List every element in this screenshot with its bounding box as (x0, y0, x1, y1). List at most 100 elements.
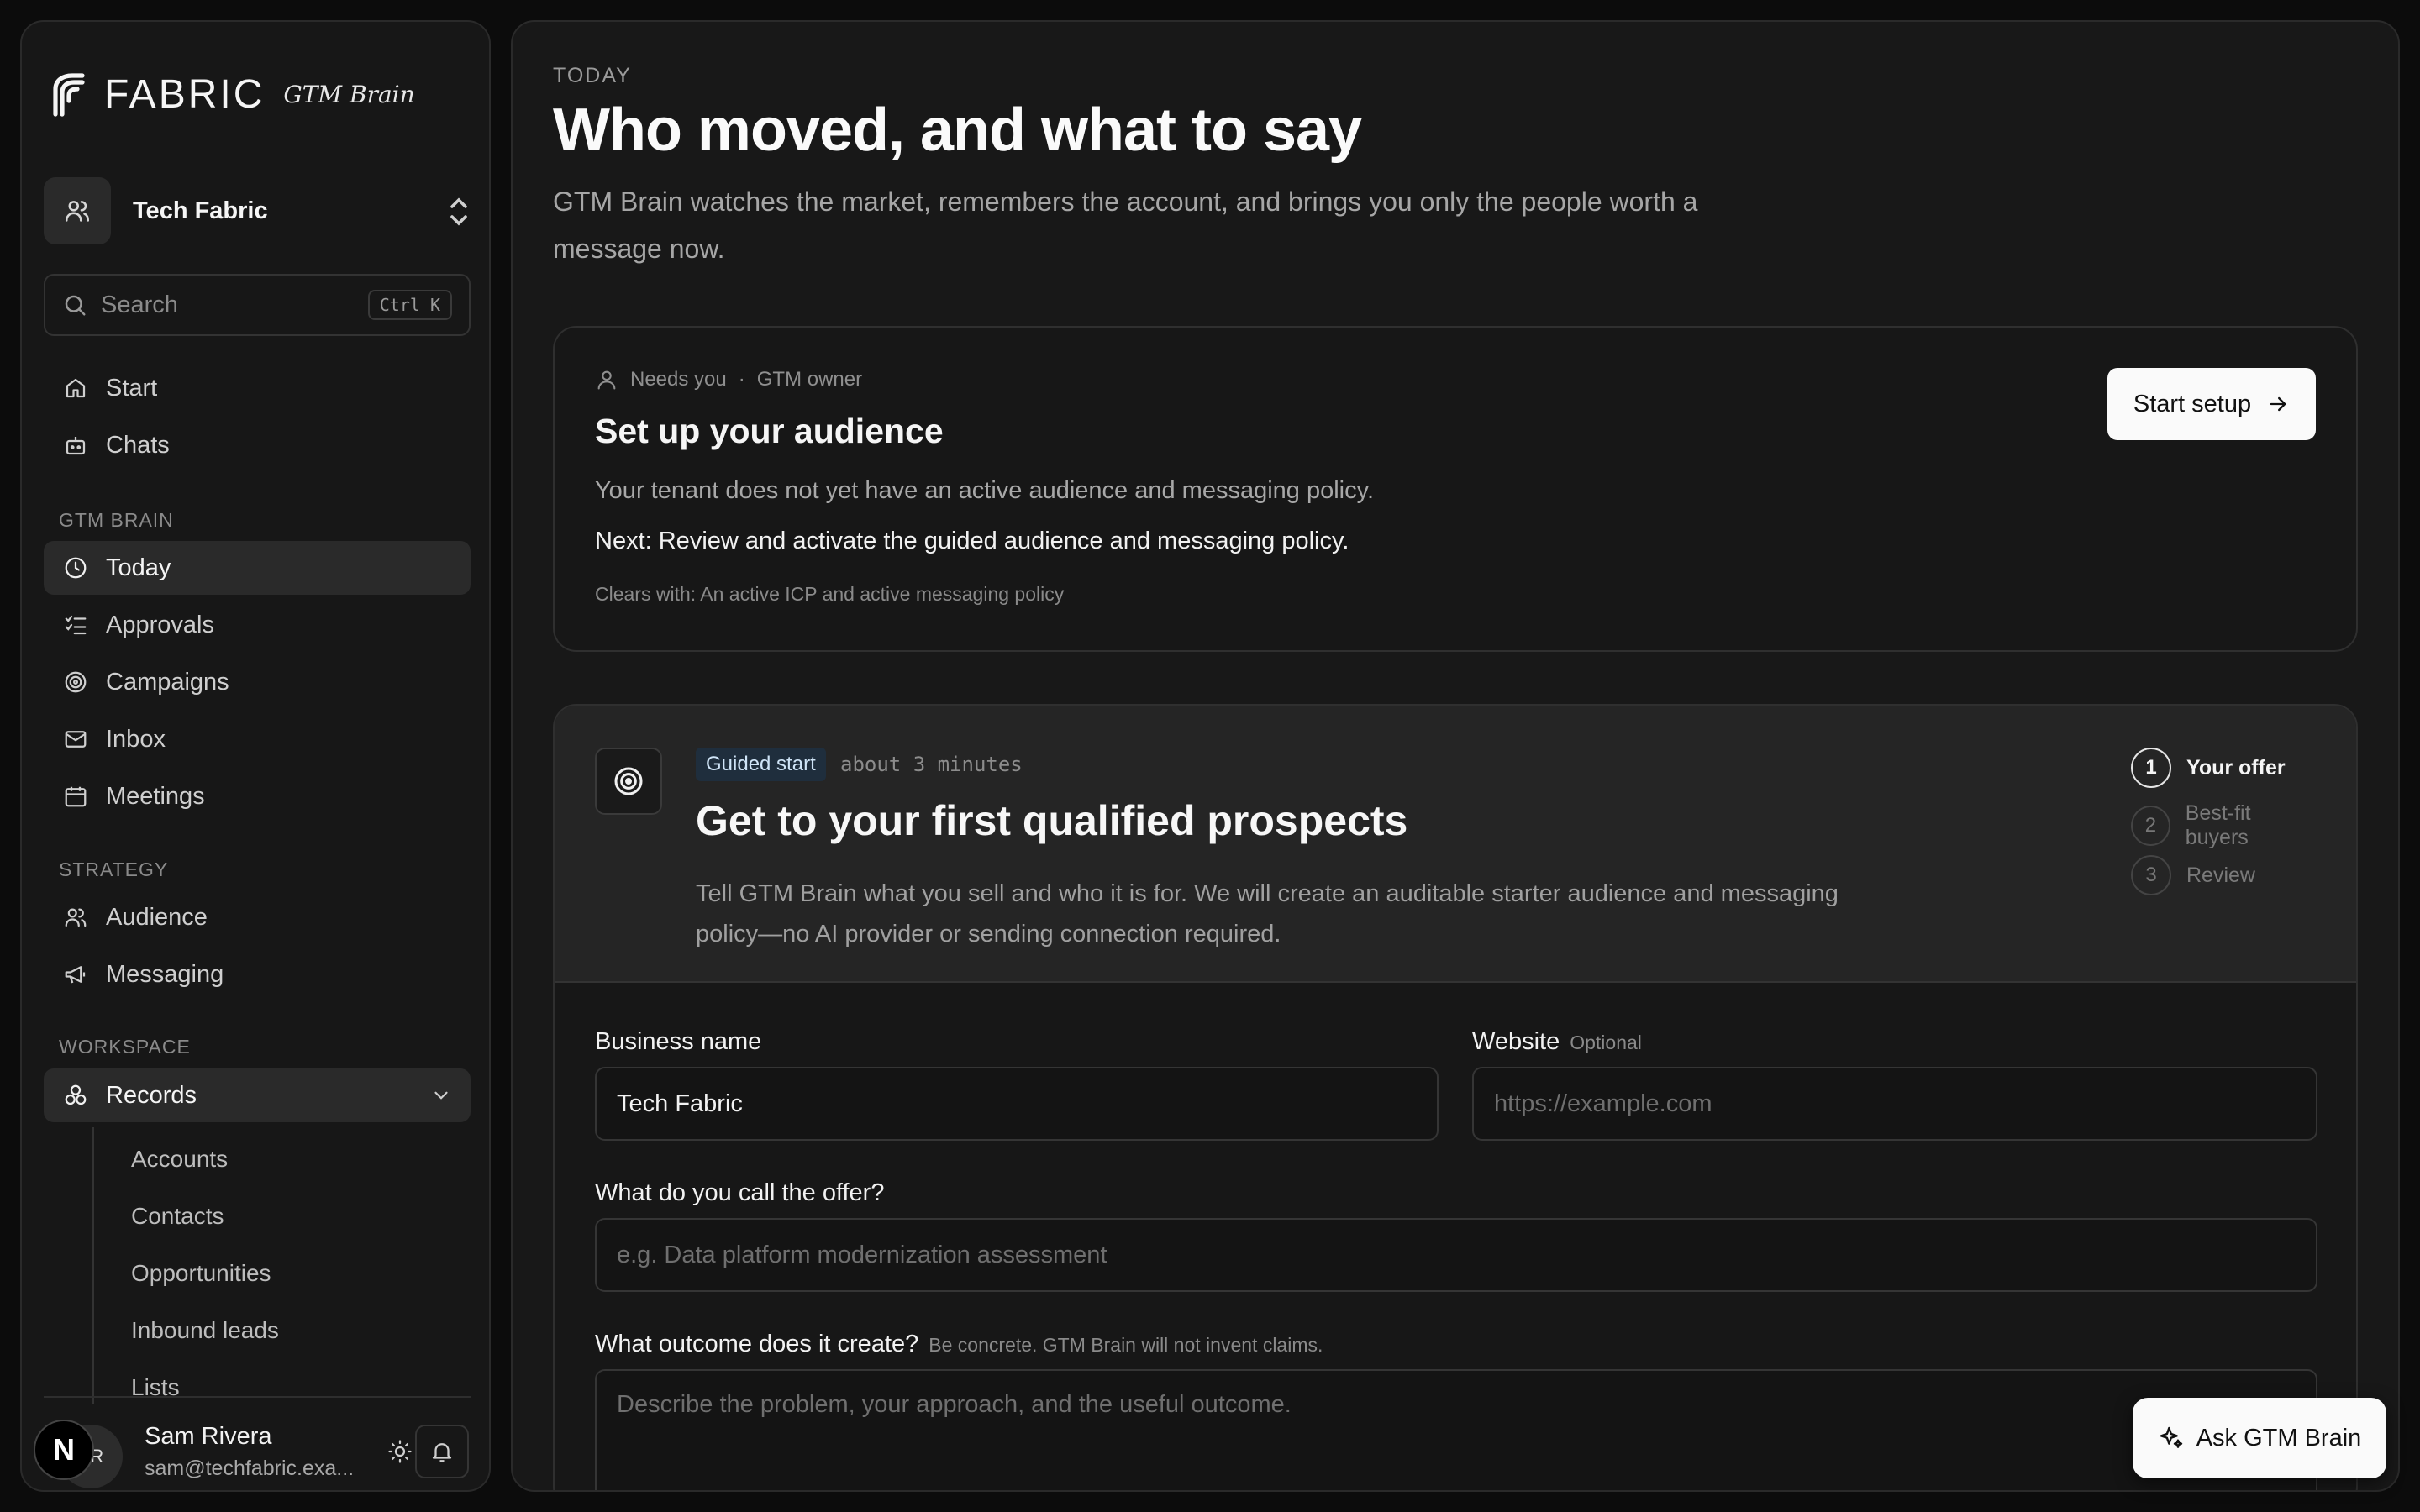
nav-label: Messaging (106, 960, 224, 988)
product-name: GTM Brain (283, 80, 415, 108)
card-body: Your tenant does not yet have an active … (595, 477, 1375, 504)
calendar-icon (62, 783, 89, 810)
guided-start-header: Guided start about 3 minutes Get to your… (555, 706, 2356, 983)
offer-name-label: What do you call the offer? (595, 1179, 885, 1206)
nav-item-audience[interactable]: Audience (44, 890, 471, 944)
search-input[interactable]: Search Ctrl K (44, 274, 471, 336)
owner-label: GTM owner (756, 368, 863, 391)
checklist-icon (62, 612, 89, 638)
user-email: sam@techfabric.exa... (145, 1457, 355, 1480)
brand-logo[interactable]: FABRIC GTM Brain (49, 71, 415, 118)
guided-start-card: Guided start about 3 minutes Get to your… (553, 704, 2358, 1490)
step-label: Review (2186, 863, 2255, 887)
step-label: Best-fit buyers (2185, 801, 2251, 849)
optional-hint: Optional (1570, 1032, 1642, 1053)
home-icon (62, 375, 89, 402)
sidebar-item-inbound-leads[interactable]: Inbound leads (131, 1317, 279, 1344)
ask-gtm-brain-button[interactable]: Ask GTM Brain (2133, 1398, 2386, 1478)
nav-item-messaging[interactable]: Messaging (44, 948, 471, 1001)
page-eyebrow: TODAY (553, 64, 632, 87)
nav-item-meetings[interactable]: Meetings (44, 769, 471, 823)
tenant-switcher[interactable]: Tech Fabric (44, 176, 471, 245)
meta-separator: · (738, 368, 745, 391)
records-tree-line (92, 1127, 94, 1404)
nav-section-workspace: WORKSPACE (59, 1036, 191, 1058)
outcome-label: What outcome does it create? Be concrete.… (595, 1331, 1323, 1358)
guided-start-badge: Guided start (696, 748, 826, 781)
chevron-updown-icon (450, 197, 467, 226)
user-name: Sam Rivera (145, 1423, 272, 1450)
nav-label: Audience (106, 903, 208, 931)
tenant-avatar (44, 177, 111, 244)
sidebar-item-contacts[interactable]: Contacts (131, 1203, 224, 1230)
users-icon (65, 201, 90, 222)
nav-label: Approvals (106, 611, 214, 638)
target-icon (595, 748, 662, 815)
nav-label: Meetings (106, 782, 205, 810)
clock-icon (62, 554, 89, 581)
nav-item-start[interactable]: Start (44, 361, 471, 415)
nav-item-inbox[interactable]: Inbox (44, 712, 471, 766)
divider (44, 1396, 471, 1398)
step-number: 3 (2131, 855, 2171, 895)
guided-start-description: Tell GTM Brain what you sell and who it … (696, 880, 1839, 948)
status-label: Needs you (630, 368, 727, 391)
card-title: Set up your audience (595, 412, 944, 450)
button-label: Ask GTM Brain (2196, 1424, 2362, 1452)
bot-icon (62, 432, 89, 459)
step-label: Your offer (2186, 755, 2286, 780)
nav-item-approvals[interactable]: Approvals (44, 598, 471, 652)
nav-section-gtm: GTM BRAIN (59, 509, 174, 531)
outcome-label-text: What outcome does it create? (595, 1331, 919, 1357)
website-label: Website Optional (1472, 1028, 1642, 1056)
main-panel: TODAY Who moved, and what to say GTM Bra… (511, 20, 2400, 1492)
search-placeholder: Search (101, 291, 178, 318)
sparkles-icon (2160, 1426, 2182, 1448)
cubes-icon (62, 1082, 89, 1109)
nav-item-records[interactable]: Records (44, 1068, 471, 1122)
target-icon (62, 669, 89, 696)
notifications-button[interactable] (415, 1425, 469, 1478)
sidebar: FABRIC GTM Brain Tech Fabric Search Ctrl… (20, 20, 491, 1492)
offer-name-input[interactable]: e.g. Data platform modernization assessm… (595, 1218, 2317, 1292)
n-logo-icon[interactable]: N (34, 1420, 94, 1480)
step-number: 2 (2131, 806, 2170, 846)
step-your-offer[interactable]: 1 Your offer (2131, 748, 2316, 788)
website-input[interactable]: https://example.com (1472, 1067, 2317, 1141)
nav-item-chats[interactable]: Chats (44, 418, 471, 472)
business-name-label: Business name (595, 1028, 762, 1055)
outcome-hint: Be concrete. GTM Brain will not invent c… (929, 1334, 1323, 1356)
search-shortcut: Ctrl K (367, 290, 452, 320)
fabric-logo-icon (53, 73, 85, 117)
brand-name: FABRIC (104, 71, 266, 117)
start-setup-button[interactable]: Start setup (2107, 368, 2316, 440)
nav-label: Records (106, 1081, 197, 1109)
button-label: Start setup (2133, 390, 2252, 417)
bell-icon (432, 1443, 452, 1462)
website-label-text: Website (1472, 1028, 1560, 1055)
outcome-textarea[interactable]: Describe the problem, your approach, and… (595, 1369, 2317, 1490)
step-best-fit-buyers[interactable]: 2 Best-fit buyers (2131, 801, 2316, 850)
guided-start-title: Get to your first qualified prospects (696, 797, 1408, 844)
sun-icon (388, 1440, 412, 1463)
nav-label: Campaigns (106, 668, 229, 696)
duration-label: about 3 minutes (840, 753, 1023, 776)
sidebar-item-opportunities[interactable]: Opportunities (131, 1260, 271, 1287)
tenant-name: Tech Fabric (133, 197, 268, 224)
nav-item-today[interactable]: Today (44, 541, 471, 595)
nav-label: Today (106, 554, 171, 581)
nav-label: Start (106, 374, 158, 402)
search-icon (65, 295, 86, 316)
card-clears-with: Clears with: An active ICP and active me… (595, 583, 1065, 605)
sidebar-item-accounts[interactable]: Accounts (131, 1146, 228, 1173)
business-name-input[interactable]: Tech Fabric (595, 1067, 1439, 1141)
nav-item-campaigns[interactable]: Campaigns (44, 655, 471, 709)
users-icon (62, 904, 89, 931)
megaphone-icon (62, 961, 89, 988)
step-review[interactable]: 3 Review (2131, 855, 2316, 895)
chevron-down-icon (434, 1091, 448, 1100)
arrow-right-icon (2270, 396, 2286, 412)
nav-label: Chats (106, 431, 170, 459)
step-number: 1 (2131, 748, 2171, 788)
setup-audience-card: Needs you · GTM owner Set up your audien… (553, 326, 2358, 652)
